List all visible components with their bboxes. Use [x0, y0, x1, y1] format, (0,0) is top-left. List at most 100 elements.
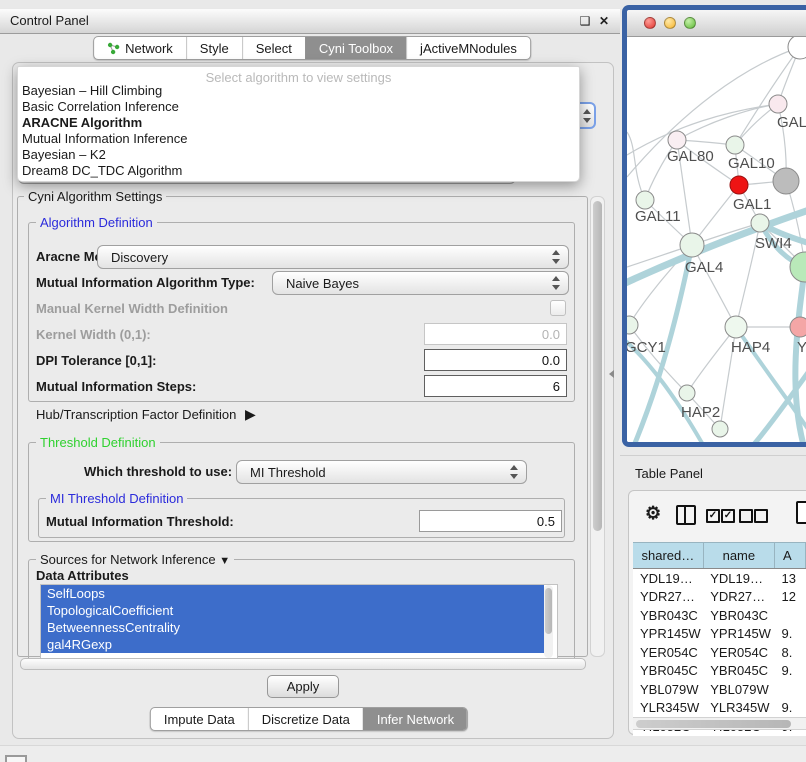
algorithm-option[interactable]: Basic Correlation Inference: [18, 99, 579, 115]
network-node[interactable]: [636, 191, 654, 209]
network-node[interactable]: [668, 131, 686, 149]
deselect-all-columns-icon[interactable]: [739, 509, 753, 523]
combo-stepper-icon: [583, 109, 591, 123]
apply-button[interactable]: Apply: [267, 675, 339, 698]
tab-infer-network[interactable]: Infer Network: [363, 708, 467, 730]
tab-style[interactable]: Style: [186, 37, 242, 59]
panel-divider-collapse-icon[interactable]: [609, 370, 614, 378]
algorithm-option[interactable]: Bayesian – Hill Climbing: [18, 83, 579, 99]
zoom-traffic-light[interactable]: [684, 17, 696, 29]
new-table-icon[interactable]: [796, 501, 806, 524]
mi-threshold-input[interactable]: [419, 510, 562, 532]
close-traffic-light[interactable]: [644, 17, 656, 29]
minimize-traffic-light[interactable]: [664, 17, 676, 29]
table-cell: 12: [774, 588, 805, 607]
attribute-list-item[interactable]: gal4RGexp: [41, 636, 544, 653]
kernel-width-input[interactable]: [424, 323, 567, 345]
network-node[interactable]: [751, 214, 769, 232]
algorithm-option[interactable]: Dream8 DC_TDC Algorithm: [18, 163, 579, 179]
network-tab-icon: [107, 42, 120, 55]
table-cell: YBR045C: [633, 662, 703, 681]
table-row[interactable]: YDR27…YDR27…12: [633, 588, 806, 607]
table-cell: YPR145W: [703, 625, 774, 644]
dpi-tolerance-input[interactable]: [424, 349, 567, 371]
mi-steps-input[interactable]: [424, 375, 567, 397]
network-node[interactable]: [790, 252, 806, 282]
network-node[interactable]: [712, 421, 728, 437]
table-cell: 8.: [774, 643, 805, 662]
mi-algorithm-type-combobox[interactable]: Naive Bayes: [272, 271, 569, 295]
algorithm-option[interactable]: Bayesian – K2: [18, 147, 579, 163]
table-cell: 9.: [774, 699, 805, 718]
combo-stepper-icon: [552, 250, 560, 264]
aracne-mode-combobox[interactable]: Discovery: [97, 245, 569, 269]
control-panel-window: Control Panel ❑ ✕ Network Style Select: [0, 8, 620, 745]
network-node-label: GAL11: [635, 208, 681, 225]
table-row[interactable]: YBL079WYBL079W: [633, 680, 806, 699]
manual-kernel-width-checkbox[interactable]: [550, 300, 566, 316]
table-row[interactable]: YDL19…YDL19…13: [633, 569, 806, 588]
float-window-icon[interactable]: ❑: [578, 14, 592, 28]
table-horizontal-scrollbar[interactable]: [633, 717, 806, 730]
column-header-partial[interactable]: A: [774, 543, 805, 569]
gear-icon[interactable]: ⚙: [645, 503, 661, 524]
network-node[interactable]: [725, 316, 747, 338]
column-header-name[interactable]: name: [703, 543, 774, 569]
tab-jactivemnodules[interactable]: jActiveMNodules: [406, 37, 530, 59]
table-cell: [774, 606, 805, 625]
settings-vertical-scrollbar[interactable]: [590, 196, 605, 657]
network-node[interactable]: [788, 37, 806, 59]
table-cell: YDR27…: [633, 588, 703, 607]
split-columns-icon[interactable]: [676, 505, 696, 525]
network-node[interactable]: [680, 233, 704, 257]
network-node[interactable]: [730, 176, 748, 194]
table-row[interactable]: YER054CYER054C8.: [633, 643, 806, 662]
select-all-columns-icon[interactable]: ✓: [706, 509, 720, 523]
tab-impute-data[interactable]: Impute Data: [151, 708, 248, 730]
sources-toggle[interactable]: Sources for Network Inference ▼: [36, 552, 234, 567]
network-node[interactable]: [769, 95, 787, 113]
tab-network[interactable]: Network: [94, 37, 186, 59]
table-cell: YBR043C: [703, 606, 774, 625]
table-row[interactable]: YBR045CYBR045C9.: [633, 662, 806, 681]
tab-select[interactable]: Select: [242, 37, 305, 59]
attributes-list-scrollbar[interactable]: [544, 585, 553, 658]
data-attributes-list: SelfLoopsTopologicalCoefficientBetweenne…: [40, 584, 558, 661]
screen: Control Panel ❑ ✕ Network Style Select: [0, 0, 806, 762]
deselect-all-columns-icon[interactable]: [754, 509, 768, 523]
select-all-columns-icon[interactable]: ✓: [721, 509, 735, 523]
network-node-label: Y: [797, 339, 806, 356]
tab-discretize-data[interactable]: Discretize Data: [248, 708, 363, 730]
network-node[interactable]: [773, 168, 799, 194]
hub-definition-toggle[interactable]: Hub/Transcription Factor Definition ▶: [36, 406, 256, 423]
sources-expanded-arrow-icon: ▼: [219, 555, 230, 567]
attribute-list-item[interactable]: BetweennessCentrality: [41, 619, 544, 636]
network-node[interactable]: [790, 317, 806, 337]
attribute-list-item[interactable]: TopologicalCoefficient: [41, 602, 544, 619]
network-node[interactable]: [726, 136, 744, 154]
network-node-label: HAP2: [681, 404, 720, 421]
cyni-algorithm-settings-title: Cyni Algorithm Settings: [24, 189, 166, 204]
network-canvas[interactable]: GALGAL80GAL10GAL1GAL11SWI4GAL4GCY1HAP4YH…: [627, 37, 806, 443]
focused-combobox-fragment[interactable]: [578, 102, 596, 129]
table-row[interactable]: YBR043CYBR043C: [633, 606, 806, 625]
table-cell: YER054C: [703, 643, 774, 662]
tab-cyni-toolbox[interactable]: Cyni Toolbox: [305, 37, 406, 59]
collapsed-panel-icon[interactable]: [5, 755, 27, 762]
network-node[interactable]: [627, 316, 638, 334]
settings-horizontal-scrollbar[interactable]: [20, 658, 586, 670]
network-node[interactable]: [679, 385, 695, 401]
which-threshold-combobox[interactable]: MI Threshold: [236, 460, 527, 484]
algorithm-option[interactable]: Mutual Information Inference: [18, 131, 579, 147]
close-icon[interactable]: ✕: [597, 14, 611, 28]
dpi-tolerance-label: DPI Tolerance [0,1]:: [36, 353, 156, 368]
attribute-list-item[interactable]: SelfLoops: [41, 585, 544, 602]
network-node-label: GAL80: [667, 148, 714, 165]
algorithm-definition-title: Algorithm Definition: [36, 215, 157, 230]
mi-steps-label: Mutual Information Steps:: [36, 379, 196, 394]
column-header-shared-name[interactable]: shared…: [633, 543, 703, 569]
table-row[interactable]: YPR145WYPR145W9.: [633, 625, 806, 644]
table-row[interactable]: YLR345WYLR345W9.: [633, 699, 806, 718]
algorithm-option[interactable]: ARACNE Algorithm: [18, 115, 579, 131]
kernel-width-label: Kernel Width (0,1):: [36, 327, 151, 342]
